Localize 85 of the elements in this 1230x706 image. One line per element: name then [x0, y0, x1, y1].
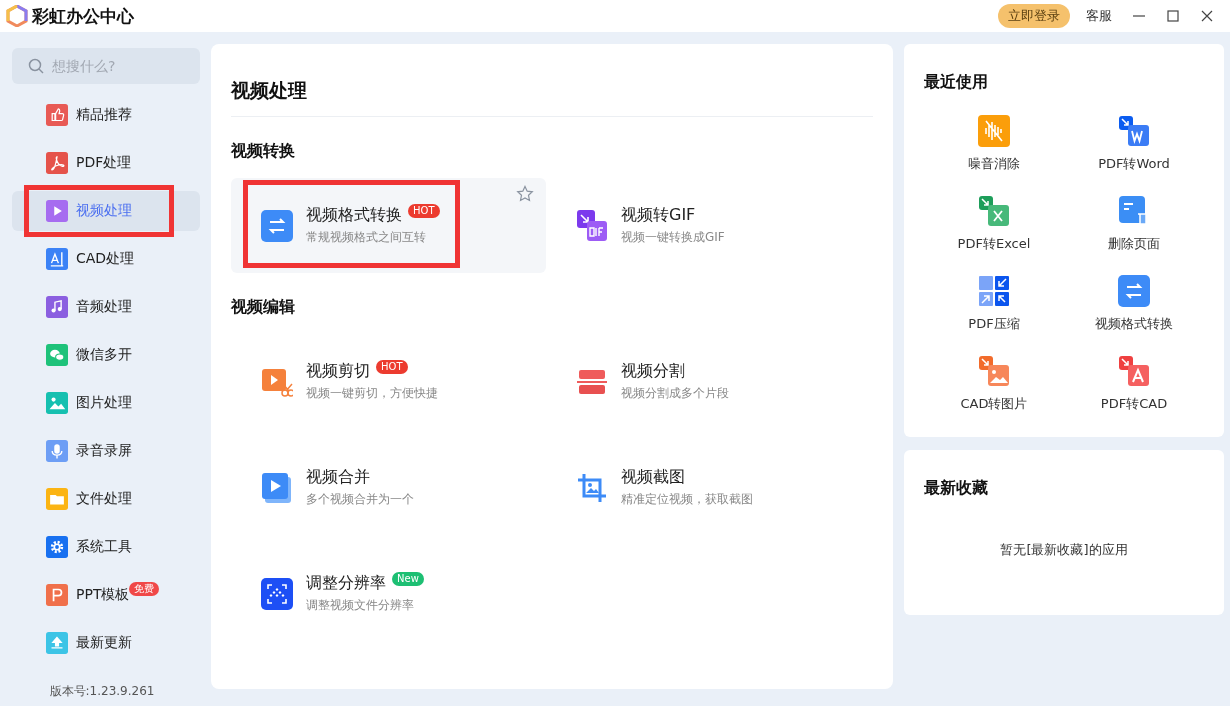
sidebar-item[interactable]: 视频处理	[12, 191, 200, 231]
chat-bubbles-icon	[46, 344, 68, 366]
logo-icon	[6, 5, 28, 27]
pdf-icon	[46, 152, 68, 174]
tool-name: 调整分辨率	[306, 573, 386, 594]
tag-badge: 免费	[129, 581, 160, 596]
letter-a-icon	[1118, 355, 1150, 387]
sidebar-item[interactable]: 最新更新	[12, 623, 200, 663]
maximize-icon	[1166, 9, 1180, 23]
tool-name: 视频分割	[621, 361, 685, 382]
sidebar-item[interactable]: 文件处理	[12, 479, 200, 519]
sidebar-item[interactable]: 微信多开	[12, 335, 200, 375]
sidebar-item[interactable]: PDF处理	[12, 143, 200, 183]
customer-service-link[interactable]: 客服	[1086, 7, 1112, 25]
tool-card[interactable]: 视频截图 精准定位视频，获取截图	[546, 440, 861, 535]
recent-app-link[interactable]: 噪音消除	[968, 155, 1020, 173]
muted-wave-icon	[978, 115, 1010, 147]
close-icon	[1200, 9, 1214, 23]
sidebar-item[interactable]: PPT模板 免费	[12, 575, 200, 615]
star-icon[interactable]	[516, 185, 534, 203]
tool-description: 常规视频格式之间互转	[306, 229, 427, 246]
tool-description: 视频一键转换成GIF	[621, 229, 725, 246]
gear-icon	[46, 536, 68, 558]
section-title: 视频转换	[231, 141, 296, 162]
image-icon	[46, 392, 68, 414]
search-icon	[28, 58, 44, 74]
tool-description: 多个视频合并为一个	[306, 491, 414, 508]
recent-app-link[interactable]: PDF转CAD	[1100, 395, 1168, 413]
tool-name: 视频剪切	[306, 361, 370, 382]
app-title: 彩虹办公中心	[32, 4, 134, 28]
sidebar-item[interactable]: 系统工具	[12, 527, 200, 567]
resolution-grid-icon	[261, 577, 293, 610]
upload-icon	[46, 632, 68, 654]
section-title: 视频编辑	[231, 297, 296, 318]
tool-name: 视频格式转换	[306, 205, 402, 226]
tool-name: 视频截图	[621, 467, 685, 488]
panel-title: 最新收藏	[924, 477, 989, 499]
cad-icon	[46, 248, 68, 270]
search-field[interactable]: 想搜什么?	[12, 48, 200, 84]
tool-description: 视频一键剪切，方便快捷	[306, 385, 438, 402]
microphone-icon	[46, 440, 68, 462]
tool-card[interactable]: 视频剪切 HOT 视频一键剪切，方便快捷	[231, 334, 546, 429]
folder-icon	[46, 488, 68, 510]
excel-icon	[978, 195, 1010, 227]
sidebar-item[interactable]: 图片处理	[12, 383, 200, 423]
letter-p-icon	[46, 584, 68, 606]
convert-arrows-icon	[261, 209, 293, 242]
sidebar-item[interactable]: 精品推荐	[12, 95, 200, 135]
thumbs-up-icon	[46, 104, 68, 126]
tool-card[interactable]: 视频合并 多个视频合并为一个	[231, 440, 546, 535]
recent-app-link[interactable]: PDF转Word	[1098, 155, 1170, 173]
stacked-play-icon	[261, 471, 293, 504]
recent-app-link[interactable]: 视频格式转换	[1095, 315, 1173, 333]
gif-icon	[576, 209, 608, 242]
crop-image-icon	[576, 471, 608, 504]
tool-card[interactable]: 视频转GIF 视频一键转换成GIF	[546, 178, 861, 273]
tool-card[interactable]: 视频分割 视频分割成多个片段	[546, 334, 861, 429]
login-button[interactable]: 立即登录	[998, 4, 1070, 28]
recent-app-link[interactable]: 删除页面	[1108, 235, 1160, 253]
recent-app-link[interactable]: PDF压缩	[968, 315, 1020, 333]
tool-name: 视频合并	[306, 467, 370, 488]
tool-description: 精准定位视频，获取截图	[621, 491, 753, 508]
sidebar-item[interactable]: CAD处理	[12, 239, 200, 279]
version-label: 版本号:1.23.9.261	[48, 683, 156, 700]
music-note-icon	[46, 296, 68, 318]
page-title: 视频处理	[231, 44, 873, 117]
image-icon	[978, 355, 1010, 387]
tool-description: 调整视频文件分辨率	[306, 597, 415, 614]
panel-title: 最近使用	[924, 71, 989, 93]
recent-app-link[interactable]: CAD转图片	[960, 395, 1028, 413]
convert-arrows-icon	[1118, 275, 1150, 307]
tag-badge: HOT	[408, 204, 440, 218]
sidebar-item[interactable]: 录音录屏	[12, 431, 200, 471]
sidebar-item[interactable]: 音频处理	[12, 287, 200, 327]
tool-card[interactable]: 调整分辨率 New 调整视频文件分辨率	[231, 546, 546, 641]
tool-description: 视频分割成多个片段	[621, 385, 729, 402]
tag-badge: New	[392, 572, 424, 586]
word-icon	[1118, 115, 1150, 147]
tag-badge: HOT	[376, 360, 408, 374]
play-icon	[46, 200, 68, 222]
empty-message: 暂无[最新收藏]的应用	[999, 541, 1129, 559]
tool-name: 视频转GIF	[621, 205, 696, 226]
compress-arrows-icon	[978, 275, 1010, 307]
recent-app-link[interactable]: PDF转Excel	[957, 235, 1031, 253]
tool-card[interactable]: 视频格式转换 HOT 常规视频格式之间互转	[231, 178, 546, 273]
